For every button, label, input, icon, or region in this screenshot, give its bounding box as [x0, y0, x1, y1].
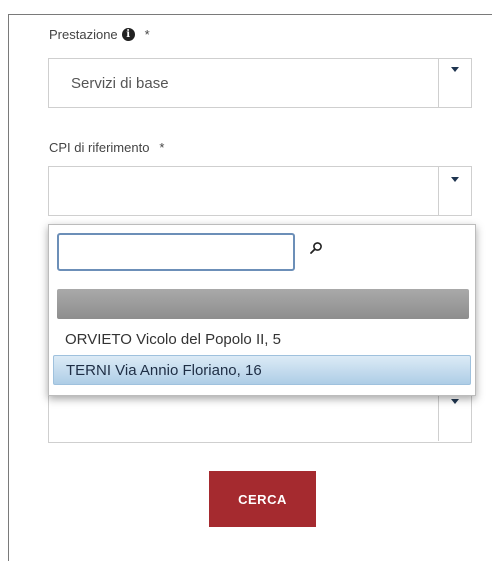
dropdown-option-orvieto[interactable]: ORVIETO Vicolo del Popolo II, 5 — [53, 325, 471, 355]
dropdown-option-empty[interactable] — [57, 289, 469, 319]
cerca-button[interactable]: CERCA — [209, 471, 316, 527]
chevron-down-icon — [451, 399, 459, 404]
info-circle-icon[interactable]: i — [121, 28, 135, 41]
required-marker: * — [159, 140, 165, 155]
prestazione-label-row: Prestazione i * — [49, 27, 150, 42]
third-select[interactable] — [48, 392, 472, 443]
cpi-label-row: CPI di riferimento * — [49, 140, 164, 155]
dropdown-search-input[interactable] — [57, 233, 295, 271]
prestazione-select[interactable]: Servizi di base — [48, 58, 472, 108]
chevron-down-icon — [451, 67, 459, 72]
prestazione-selected-value: Servizi di base — [71, 75, 169, 92]
chevron-down-icon — [451, 177, 459, 182]
prestazione-dropdown-toggle[interactable] — [438, 59, 471, 107]
dropdown-option-terni[interactable]: TERNI Via Annio Floriano, 16 — [53, 355, 471, 385]
cpi-dropdown-toggle[interactable] — [438, 167, 471, 215]
cpi-dropdown-panel: ORVIETO Vicolo del Popolo II, 5 TERNI Vi… — [48, 224, 476, 396]
third-dropdown-toggle[interactable] — [438, 393, 471, 441]
search-icon[interactable] — [309, 241, 323, 255]
cpi-select[interactable] — [48, 166, 472, 216]
required-marker: * — [144, 27, 150, 42]
prestazione-label: Prestazione — [49, 27, 118, 42]
cpi-label: CPI di riferimento — [49, 140, 150, 155]
